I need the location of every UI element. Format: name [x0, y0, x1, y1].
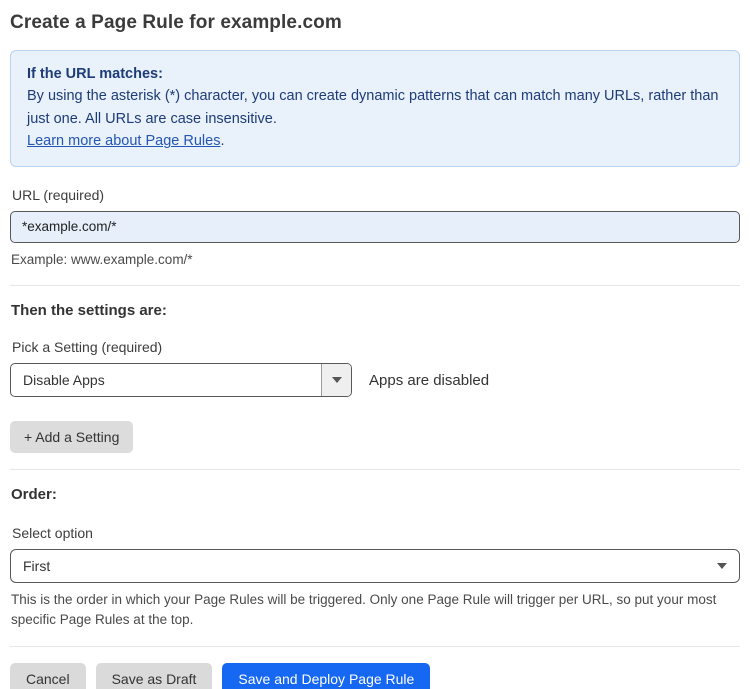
- order-select[interactable]: First: [10, 549, 740, 584]
- cancel-button[interactable]: Cancel: [10, 662, 86, 689]
- pick-setting-label: Pick a Setting (required): [12, 339, 163, 356]
- setting-status-text: Apps are disabled: [369, 371, 490, 389]
- setting-select-arrow-segment[interactable]: [321, 364, 351, 397]
- chevron-down-icon: [331, 377, 342, 384]
- info-box-heading: If the URL matches:: [27, 66, 163, 82]
- divider: [10, 285, 740, 287]
- save-and-deploy-button[interactable]: Save and Deploy Page Rule: [222, 662, 431, 689]
- url-match-info-box: If the URL matches: By using the asteris…: [10, 50, 740, 167]
- create-page-rule-form: Create a Page Rule for example.com If th…: [0, 0, 750, 689]
- add-setting-button[interactable]: + Add a Setting: [10, 421, 134, 454]
- setting-row: Disable Apps Apps are disabled: [10, 363, 740, 398]
- info-box-body: By using the asterisk (*) character, you…: [27, 88, 719, 127]
- page-title: Create a Page Rule for example.com: [10, 12, 342, 33]
- chevron-down-icon: [717, 563, 727, 570]
- settings-section-heading: Then the settings are:: [11, 302, 167, 320]
- order-select-label: Select option: [12, 525, 93, 542]
- link-period: .: [220, 133, 225, 150]
- url-field-helper: Example: www.example.com/*: [11, 251, 193, 267]
- save-as-draft-button[interactable]: Save as Draft: [95, 662, 213, 689]
- info-box-link-line: Learn more about Page Rules.: [27, 130, 723, 152]
- order-helper-text: This is the order in which your Page Rul…: [11, 592, 717, 627]
- order-select-value: First: [23, 558, 51, 575]
- divider: [10, 645, 740, 647]
- url-input[interactable]: [10, 210, 740, 243]
- setting-select-value: Disable Apps: [23, 372, 105, 389]
- url-field-label: URL (required): [12, 186, 105, 203]
- learn-more-link[interactable]: Learn more about Page Rules: [27, 133, 220, 149]
- divider: [10, 469, 740, 471]
- footer-actions: Cancel Save as Draft Save and Deploy Pag…: [10, 662, 740, 689]
- order-section-heading: Order:: [11, 486, 57, 504]
- setting-select[interactable]: Disable Apps: [10, 363, 352, 398]
